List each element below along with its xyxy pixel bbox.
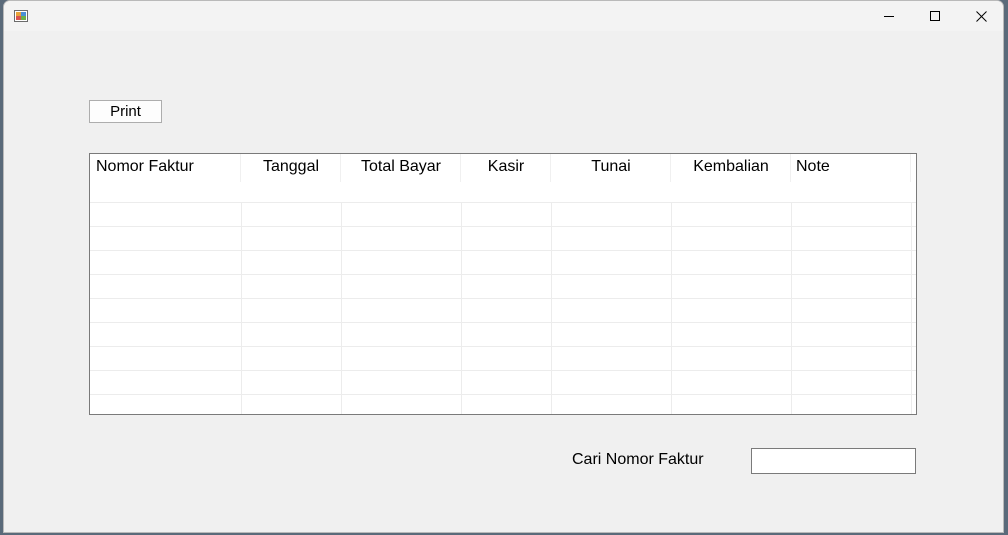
main-window: Print Nomor Faktur Tanggal Total Bayar K… — [3, 0, 1004, 533]
transactions-table[interactable]: Nomor Faktur Tanggal Total Bayar Kasir T… — [89, 153, 917, 415]
row-gridline — [90, 370, 916, 371]
title-bar[interactable] — [4, 1, 1003, 31]
maximize-button[interactable] — [912, 1, 958, 31]
column-gridline — [671, 202, 672, 414]
column-gridline — [791, 202, 792, 414]
close-icon — [975, 10, 987, 22]
column-header-nomor-faktur[interactable]: Nomor Faktur — [96, 154, 240, 182]
row-gridline — [90, 298, 916, 299]
row-gridline — [90, 226, 916, 227]
column-header-kembalian[interactable]: Kembalian — [671, 154, 791, 182]
maximize-icon — [930, 11, 940, 21]
column-gridline — [241, 202, 242, 414]
search-input[interactable] — [751, 448, 916, 474]
minimize-icon — [884, 16, 894, 17]
print-button[interactable]: Print — [89, 100, 162, 123]
app-icon — [14, 10, 28, 22]
column-gridline — [461, 202, 462, 414]
row-gridline — [90, 322, 916, 323]
column-header-tanggal[interactable]: Tanggal — [241, 154, 341, 182]
column-gridline — [551, 202, 552, 414]
table-header: Nomor Faktur Tanggal Total Bayar Kasir T… — [90, 154, 916, 182]
column-header-tunai[interactable]: Tunai — [551, 154, 671, 182]
row-gridline — [90, 250, 916, 251]
row-gridline — [90, 346, 916, 347]
search-label: Cari Nomor Faktur — [572, 451, 704, 468]
column-header-note[interactable]: Note — [796, 154, 910, 182]
row-gridline — [90, 274, 916, 275]
header-divider[interactable] — [790, 154, 791, 182]
column-header-kasir[interactable]: Kasir — [461, 154, 551, 182]
header-divider[interactable] — [910, 154, 911, 182]
close-button[interactable] — [958, 1, 1003, 31]
column-gridline — [911, 202, 912, 414]
row-gridline — [90, 394, 916, 395]
row-gridline — [90, 202, 916, 203]
column-header-total-bayar[interactable]: Total Bayar — [341, 154, 461, 182]
column-gridline — [341, 202, 342, 414]
minimize-button[interactable] — [866, 1, 912, 31]
